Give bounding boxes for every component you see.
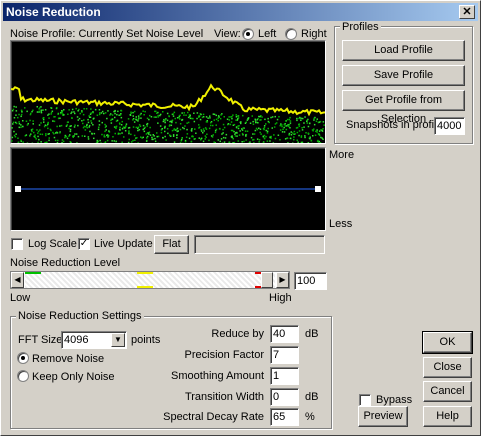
precision-factor-input[interactable]: 7	[270, 346, 299, 364]
log-scale-checkbox[interactable]	[11, 238, 23, 250]
fft-size-value: 4096	[64, 334, 89, 346]
close-icon[interactable]: ✕	[459, 5, 475, 19]
get-profile-from-selection-button[interactable]: Get Profile from Selection	[342, 90, 465, 125]
reduction-level-label: Noise Reduction Level	[10, 257, 121, 269]
reduction-level-input[interactable]: 100	[294, 272, 327, 290]
slider-track[interactable]	[25, 272, 275, 288]
window-title: Noise Reduction	[6, 5, 101, 19]
remove-noise-radio[interactable]	[17, 352, 29, 364]
profiles-group-title: Profiles	[340, 21, 381, 33]
ok-button[interactable]: OK	[422, 331, 473, 354]
smoothing-amount-input[interactable]: 1	[270, 367, 299, 385]
reduce-by-input[interactable]: 40	[270, 325, 299, 343]
bypass-checkbox[interactable]	[359, 394, 371, 406]
keep-only-noise-label: Keep Only Noise	[32, 371, 115, 383]
reduction-level-slider[interactable]: ◀ ▶	[10, 271, 290, 289]
snapshots-input[interactable]: 4000	[434, 117, 465, 135]
live-update-checkbox[interactable]: ✓	[78, 238, 90, 250]
profile-caption: Noise Profile: Currently Set Noise Level	[10, 28, 204, 40]
transition-width-unit: dB	[305, 391, 319, 403]
mid-marker-top	[137, 272, 153, 274]
view-left-radio[interactable]	[242, 28, 254, 40]
settings-group-title: Noise Reduction Settings	[16, 310, 144, 322]
reduce-by-label: Reduce by	[211, 328, 264, 340]
bypass-label: Bypass	[376, 394, 413, 406]
noise-profile-graph	[10, 40, 326, 144]
curve-handle-right[interactable]	[315, 186, 321, 192]
noise-floor-green	[11, 105, 325, 143]
slider-thumb[interactable]	[261, 272, 273, 288]
curve-handle-left[interactable]	[15, 186, 21, 192]
view-right-radio[interactable]	[285, 28, 297, 40]
transition-width-label: Transition Width	[184, 391, 264, 403]
remove-noise-label: Remove Noise	[32, 353, 105, 365]
title-bar[interactable]: Noise Reduction ✕	[3, 3, 478, 21]
load-profile-button[interactable]: Load Profile	[342, 40, 465, 61]
live-update-label: Live Update	[94, 238, 153, 250]
snapshots-label: Snapshots in profile	[346, 119, 443, 131]
fft-unit-label: points	[131, 334, 161, 346]
slider-right-arrow-icon[interactable]: ▶	[276, 272, 289, 288]
spectral-decay-unit: %	[305, 411, 315, 423]
more-label: More	[329, 149, 355, 161]
fft-size-label: FFT Size	[18, 334, 63, 346]
view-right-label: Right	[301, 28, 327, 40]
spectral-decay-input[interactable]: 65	[270, 408, 299, 426]
noise-level-yellow	[11, 83, 325, 117]
preview-button[interactable]: Preview	[358, 406, 408, 427]
slider-left-arrow-icon[interactable]: ◀	[11, 272, 24, 288]
flat-button[interactable]: Flat	[154, 235, 189, 254]
noise-reduction-dialog: Noise Reduction ✕ Noise Profile: Current…	[0, 0, 481, 436]
fft-size-select[interactable]: 4096 ▼	[61, 331, 127, 349]
reduce-by-unit: dB	[305, 328, 319, 340]
mid-marker-bottom	[137, 286, 153, 288]
close-button[interactable]: Close	[423, 357, 472, 378]
keep-only-noise-radio[interactable]	[17, 370, 29, 382]
low-label: Low	[10, 292, 31, 304]
reduction-curve-plot	[15, 186, 321, 192]
log-scale-label: Log Scale	[28, 238, 77, 250]
save-profile-button[interactable]: Save Profile	[342, 65, 465, 86]
noise-profile-plot	[11, 83, 325, 143]
reduction-curve-graph[interactable]	[10, 147, 326, 231]
cancel-button[interactable]: Cancel	[423, 381, 472, 402]
view-label: View:	[214, 28, 241, 40]
spectral-decay-label: Spectral Decay Rate	[163, 411, 264, 423]
smoothing-amount-label: Smoothing Amount	[171, 370, 264, 382]
chevron-down-icon[interactable]: ▼	[111, 333, 125, 347]
view-left-label: Left	[258, 28, 277, 40]
less-label: Less	[329, 218, 353, 230]
low-marker	[25, 272, 41, 274]
precision-factor-label: Precision Factor	[184, 349, 264, 361]
status-field	[194, 235, 325, 254]
high-label: High	[269, 292, 292, 304]
help-button[interactable]: Help	[423, 406, 472, 427]
transition-width-input[interactable]: 0	[270, 388, 299, 406]
